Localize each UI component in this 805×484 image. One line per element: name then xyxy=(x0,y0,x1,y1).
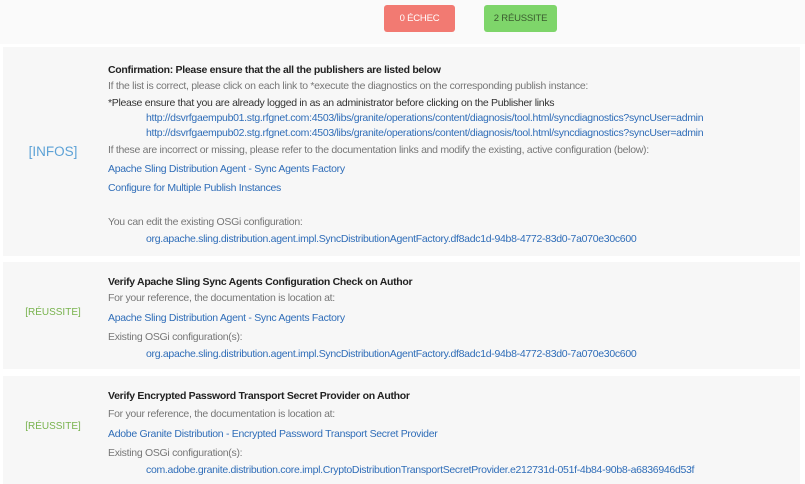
check-title: Confirmation: Please ensure that the all… xyxy=(108,64,441,76)
check-panel-sync-agents: [RÉUSSITE] Verify Apache Sling Sync Agen… xyxy=(3,262,800,369)
doc-link-sync-agents[interactable]: Apache Sling Distribution Agent - Sync A… xyxy=(108,163,345,175)
osgi-config-link[interactable]: com.adobe.granite.distribution.core.impl… xyxy=(146,464,694,476)
check-text: If the list is correct, please click on … xyxy=(108,80,588,92)
check-panel-secret-provider: [RÉUSSITE] Verify Encrypted Password Tra… xyxy=(3,376,800,484)
check-title: Verify Encrypted Password Transport Secr… xyxy=(108,390,410,402)
status-label-infos: [INFOS] xyxy=(28,144,78,159)
doc-link-secret-provider[interactable]: Adobe Granite Distribution - Encrypted P… xyxy=(108,428,438,440)
publisher-link-2[interactable]: http://dsvrfgaempub02.stg.rfgnet.com:450… xyxy=(146,127,704,139)
success-count-badge[interactable]: 2 RÉUSSITE xyxy=(484,5,557,32)
publisher-link-1[interactable]: http://dsvrfgaempub01.stg.rfgnet.com:450… xyxy=(146,112,704,124)
check-text: For your reference, the documentation is… xyxy=(108,408,335,420)
check-text: Existing OSGi configuration(s): xyxy=(108,447,243,459)
status-label-success: [RÉUSSITE] xyxy=(25,420,81,432)
check-text: You can edit the existing OSGi configura… xyxy=(108,216,303,228)
check-text: For your reference, the documentation is… xyxy=(108,292,335,304)
status-label-success: [RÉUSSITE] xyxy=(25,306,81,318)
check-text: Existing OSGi configuration(s): xyxy=(108,331,243,343)
doc-link-sync-agents[interactable]: Apache Sling Distribution Agent - Sync A… xyxy=(108,312,345,324)
summary-bar: 0 ÉCHEC 2 RÉUSSITE xyxy=(0,0,805,44)
osgi-config-link[interactable]: org.apache.sling.distribution.agent.impl… xyxy=(146,233,637,245)
fail-count-badge[interactable]: 0 ÉCHEC xyxy=(384,5,455,32)
check-panel-publishers: [INFOS] Confirmation: Please ensure that… xyxy=(3,47,800,256)
check-text: If these are incorrect or missing, pleas… xyxy=(108,144,649,156)
check-title: Verify Apache Sling Sync Agents Configur… xyxy=(108,276,413,288)
osgi-config-link[interactable]: org.apache.sling.distribution.agent.impl… xyxy=(146,348,637,360)
check-text: *Please ensure that you are already logg… xyxy=(108,97,555,109)
doc-link-multiple-publish[interactable]: Configure for Multiple Publish Instances xyxy=(108,182,281,194)
